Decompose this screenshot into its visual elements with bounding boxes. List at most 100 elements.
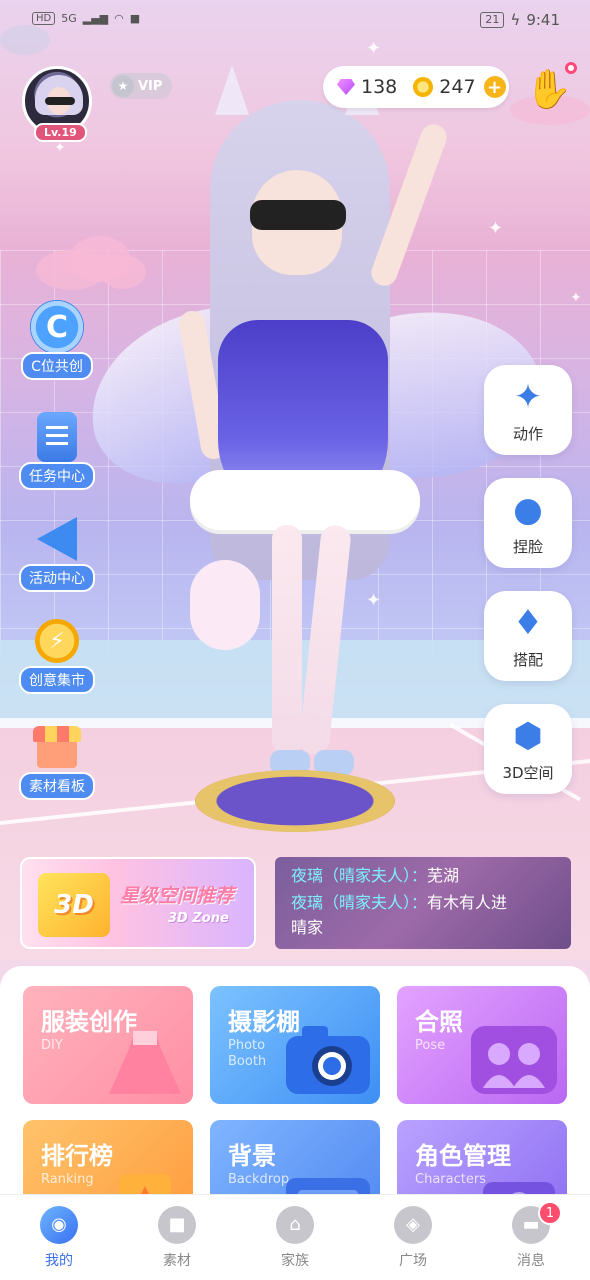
left-menu-label: 活动中心 (19, 564, 95, 592)
group-photo-card[interactable]: 合照 Pose (397, 986, 567, 1104)
left-menu-materials-board[interactable]: 素材看板 (14, 718, 100, 800)
coin-icon (413, 77, 434, 97)
left-menu-market[interactable]: ⚡ 创意集市 (14, 612, 100, 694)
chat-text: 晴家 (291, 918, 324, 937)
outfit-button[interactable]: ♦ 搭配 (484, 591, 572, 681)
unread-badge: 1 (538, 1201, 562, 1225)
chat-sender: 夜璃（晴家夫人）： (291, 866, 428, 885)
tab-label: 素材 (163, 1252, 191, 1269)
chat-message: 夜璃（晴家夫人）：有木有人进 (291, 892, 507, 914)
character-mask (250, 200, 346, 230)
chat-message: 晴家 (291, 917, 323, 939)
sparkle-icon: ✦ (488, 218, 504, 239)
bottom-nav: ◉ 我的 ■ 素材 ⌂ 家族 ◈ 广场 ▬ 消息 1 (0, 1194, 590, 1280)
action-label: 动作 (512, 424, 543, 443)
currency-bar[interactable]: 138 247 + (323, 66, 509, 108)
camera-icon: ■ (129, 12, 141, 25)
gem-icon (337, 79, 355, 95)
tab-label: 消息 (517, 1252, 545, 1269)
card-subtitle: DIY (41, 1038, 63, 1053)
chat-feed-banner[interactable]: 夜璃（晴家夫人）：芜湖 夜璃（晴家夫人）：有木有人进 晴家 (275, 857, 571, 949)
tab-family[interactable]: ⌂ 家族 (236, 1195, 354, 1280)
outfit-label: 搭配 (512, 650, 543, 669)
coin-count: 247 (439, 76, 476, 98)
left-menu-label: C位共创 (21, 352, 93, 380)
level-badge: Lv.19 (34, 123, 87, 142)
clock: 9:41 (526, 11, 560, 29)
wave-hand-button[interactable]: ✋ (525, 66, 573, 112)
player-character[interactable] (79, 60, 554, 830)
group-photo-icon (471, 1026, 557, 1094)
dress-icon: ♦ (512, 602, 544, 643)
bag-icon: ■ (158, 1205, 196, 1244)
charging-icon: ϟ (510, 11, 521, 29)
dress-icon (109, 1031, 181, 1094)
face-edit-icon: ● (513, 489, 543, 530)
avatar-mask (45, 97, 75, 105)
notification-dot (565, 62, 577, 74)
chat-text: 有木有人进 (427, 893, 508, 912)
tab-label: 我的 (45, 1252, 73, 1269)
feature-panel: 服装创作 DIY 摄影棚 Photo Booth 合照 Pose 排行榜 Ran… (0, 966, 590, 1206)
sparkle-icon: ✦ (54, 140, 66, 156)
status-bar: HD 5G ▂▄▆ ◠ ■ 21 ϟ 9:41 (0, 0, 590, 44)
chat-message: 夜璃（晴家夫人）：芜湖 (291, 865, 459, 887)
costume-creation-card[interactable]: 服装创作 DIY (23, 986, 193, 1104)
card-title: 合照 (415, 1008, 463, 1036)
left-menu-events[interactable]: 活动中心 (14, 510, 100, 592)
promo-subtitle: 3D Zone (168, 911, 229, 926)
card-subtitle: Characters (415, 1172, 486, 1187)
face-edit-button[interactable]: ● 捏脸 (484, 478, 572, 568)
face-edit-label: 捏脸 (512, 537, 543, 556)
card-subtitle: Ranking (41, 1172, 94, 1187)
photo-booth-card[interactable]: 摄影棚 Photo Booth (210, 986, 380, 1104)
action-icon: ✦ (513, 376, 543, 417)
tab-mine[interactable]: ◉ 我的 (0, 1195, 118, 1280)
promo-title: 星级空间推荐 (120, 885, 235, 907)
wifi-icon: ◠ (114, 12, 124, 25)
vip-label: VIP (138, 78, 163, 94)
hand-icon: ✋ (525, 66, 573, 111)
task-board-icon (37, 412, 77, 462)
camera-icon (286, 1026, 370, 1094)
megaphone-icon (37, 517, 77, 561)
character-ear-left (215, 65, 249, 115)
3d-cube-icon: 3D (38, 873, 110, 937)
character-pedestal (195, 770, 395, 832)
card-title: 角色管理 (415, 1142, 511, 1170)
card-title: 排行榜 (41, 1142, 113, 1170)
left-menu-label: 任务中心 (19, 462, 95, 490)
gem-count: 138 (361, 76, 398, 98)
battery-indicator: 21 (480, 12, 505, 28)
tab-plaza[interactable]: ◈ 广场 (354, 1195, 472, 1280)
chat-sender: 夜璃（晴家夫人）： (291, 893, 428, 912)
tab-label: 家族 (281, 1252, 309, 1269)
tab-materials[interactable]: ■ 素材 (118, 1195, 236, 1280)
3d-space-label: 3D空间 (502, 763, 554, 782)
c-position-icon: C (30, 300, 84, 354)
chat-text: 芜湖 (427, 866, 460, 885)
signal-indicator: 5G (61, 12, 77, 25)
cube-icon: ⬢ (513, 715, 543, 756)
vip-badge[interactable]: ★ VIP (110, 73, 173, 99)
left-menu-label: 创意集市 (19, 666, 95, 694)
tab-messages[interactable]: ▬ 消息 1 (472, 1195, 590, 1280)
character-dress-trim (190, 470, 420, 530)
shop-icon (33, 726, 81, 768)
signal-bars-icon: ▂▄▆ (82, 12, 109, 25)
tab-label: 广场 (399, 1252, 427, 1269)
bunny-plush (190, 560, 260, 650)
planet-icon: ◉ (40, 1205, 78, 1244)
add-currency-button[interactable]: + (483, 76, 506, 98)
left-menu-label: 素材看板 (19, 772, 95, 800)
3d-space-button[interactable]: ⬢ 3D空间 (484, 704, 572, 794)
lightbulb-icon: ⚡ (35, 619, 79, 663)
house-icon: ⌂ (276, 1205, 314, 1244)
star-icon: ★ (112, 75, 134, 97)
compass-icon: ◈ (394, 1205, 432, 1244)
left-menu-c-position[interactable]: C C位共创 (14, 298, 100, 380)
3d-zone-banner[interactable]: 3D 星级空间推荐 3D Zone (20, 857, 256, 949)
left-menu-tasks[interactable]: 任务中心 (14, 408, 100, 490)
sparkle-icon: ✦ (570, 290, 582, 306)
action-button[interactable]: ✦ 动作 (484, 365, 572, 455)
